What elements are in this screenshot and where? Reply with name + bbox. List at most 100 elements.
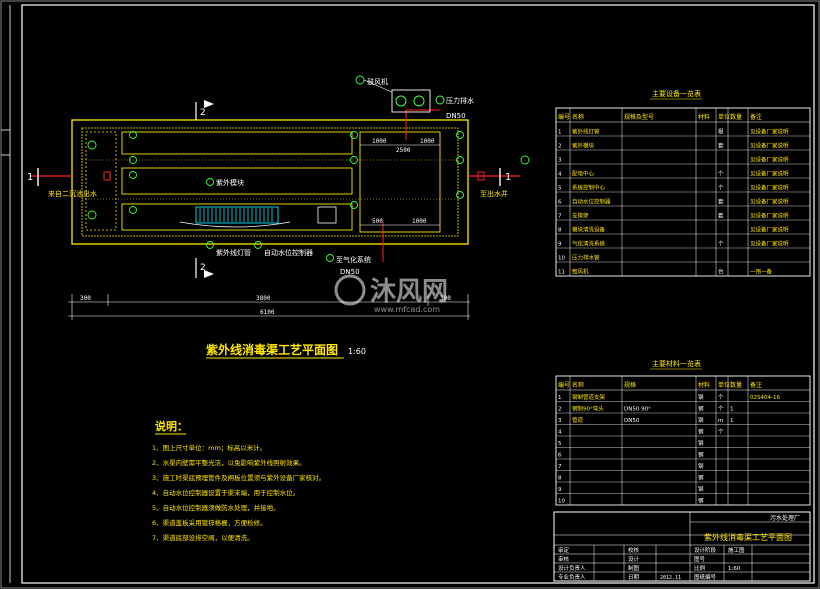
tb-right-value: 1:60	[728, 566, 741, 572]
equipment-table-title: 主要设备一览表	[652, 89, 701, 98]
table-header: 材料	[698, 381, 710, 389]
table-cell: 系统控制中心	[572, 184, 606, 192]
table-cell: 6	[558, 200, 562, 206]
plan-outlet-note: 至出水井	[480, 189, 508, 198]
table-cell: 见设备厂家说明	[750, 156, 789, 164]
table-header: 规格及型号	[624, 113, 654, 121]
table-cell: DN50 90°	[624, 407, 651, 413]
table-cell: 支撑架	[572, 212, 589, 220]
section-arrow	[204, 100, 214, 108]
table-cell: 10	[558, 256, 565, 262]
blower-icon	[395, 95, 407, 107]
tb-drawing-title: 紫外线消毒渠工艺平面图	[704, 532, 792, 542]
table-header: 备注	[750, 381, 762, 389]
tank-inner-wall	[81, 127, 459, 237]
table-cell: 紫外线灯管	[572, 128, 600, 136]
table-cell: 见设备厂家说明	[750, 128, 789, 136]
table-cell: 1	[558, 395, 562, 401]
notes-list: 1、图上尺寸单位：mm；标高以米计。 2、水渠内壁需平整光洁，以免影响紫外线照射效…	[152, 443, 325, 542]
table-header: 备注	[750, 113, 762, 121]
table-cell: 套	[718, 212, 724, 220]
table-cell: 模块清洗设备	[572, 226, 606, 234]
tb-company: 污水处理厂	[770, 514, 800, 522]
section-1-right: 1	[505, 172, 511, 183]
tb-left-label: 审定	[558, 546, 570, 554]
table-cell: 鼓风机	[572, 268, 589, 276]
table-header: 规格	[624, 381, 636, 389]
tb-mid-label: 校核	[628, 546, 640, 554]
equipment-table: 编号 名称 规格及型号 材料 单位 数量 备注1 紫外线灯管根见设备厂家说明2 紫外模块套见设备…	[555, 107, 811, 277]
table-cell: 9	[558, 487, 562, 493]
table-cell: 个	[718, 429, 724, 436]
inlet-valve	[103, 171, 111, 181]
dim-total: 6100	[260, 309, 275, 316]
plan-pipe-label: 压力排水	[446, 96, 474, 105]
table-cell: 1	[730, 407, 734, 413]
blower-callout-icon	[355, 75, 365, 85]
channel-top	[121, 131, 353, 155]
table-cell: 3	[558, 158, 562, 164]
table-cell: 钢	[698, 497, 704, 505]
plan-air-label: 至气化系统	[336, 255, 371, 264]
tb-left-label: 审核	[558, 555, 570, 563]
table-cell: 6	[558, 453, 562, 459]
equipment-markers	[87, 131, 530, 262]
tb-date: 2012.11	[660, 575, 681, 581]
dim-b: 2500	[396, 147, 411, 154]
table-cell: 个	[718, 241, 724, 248]
title-block-labels: 审定审核设计负责人专业负责人 校核设计制图日期 设计阶段图号比例图纸编号 施工图 1:6…	[558, 546, 745, 581]
tb-right-label: 图号	[694, 555, 706, 563]
note-item: 3、施工时渠底预埋管件及闸板位置须与紫外设备厂家核对。	[152, 473, 325, 482]
tb-right-label: 图纸编号	[694, 573, 717, 581]
table-cell: 压力排水管	[572, 254, 600, 262]
table-header: 单位	[718, 113, 730, 121]
table-cell: 钢制管道支架	[572, 393, 606, 401]
table-cell: 9	[558, 242, 562, 248]
table-cell: 4	[558, 430, 562, 436]
cad-drawing: 来自二沉池出水 至出水井 鼓风机 压力排水 DN50 紫外模块 紫外线灯管 自动…	[0, 0, 820, 589]
table-cell: 管道	[572, 416, 584, 424]
table-cell: 钢	[698, 439, 704, 447]
uv-lamp-group	[199, 208, 273, 222]
table-cell: 1	[558, 130, 562, 136]
tb-mid-label: 制图	[628, 564, 640, 572]
table-cell: 见设备厂家说明	[750, 198, 789, 206]
table-cell: 2	[558, 144, 562, 150]
table-cell: 见设备厂家说明	[750, 212, 789, 220]
table-cell: 见设备厂家说明	[750, 240, 789, 248]
table-cell: 紫外模块	[572, 142, 595, 150]
table-cell: 根	[718, 128, 724, 136]
tb-left-label: 设计负责人	[558, 564, 586, 572]
pipe-callout-icon	[435, 95, 445, 105]
table-header: 数量	[730, 381, 742, 389]
plan-dn-label: DN50	[446, 112, 466, 120]
table-header: 名称	[572, 381, 584, 389]
table-cell: 钢	[698, 416, 704, 424]
table-cell: 套	[718, 198, 724, 206]
table-cell: 见设备厂家说明	[750, 142, 789, 150]
dim-a: 1000	[372, 138, 387, 145]
table-cell: 钢	[698, 428, 704, 436]
tb-right-value: 施工图	[728, 546, 745, 554]
table-cell: 7	[558, 464, 562, 470]
note-item: 2、水渠内壁需平整光洁，以免影响紫外线照射效果。	[152, 458, 306, 467]
watermark-logo-icon	[334, 274, 366, 306]
table-cell: 钢	[698, 462, 704, 470]
table-cell: m	[718, 418, 723, 424]
table-cell: 4	[558, 172, 562, 178]
plan-level-label: 自动水位控制器	[264, 248, 313, 257]
plan-inlet-note: 来自二沉池出水	[48, 189, 97, 198]
title-block	[553, 511, 811, 582]
chamber-left	[85, 131, 117, 231]
table-cell: 个	[718, 171, 724, 178]
dim-seg2: 3800	[256, 295, 271, 302]
table-cell: 5	[558, 186, 562, 192]
dim-seg1: 300	[80, 295, 91, 302]
table-cell: 气化清洗系统	[572, 240, 606, 248]
table-cell: 02S404-16	[750, 395, 780, 401]
table-cell: 7	[558, 214, 562, 220]
table-cell: 个	[718, 185, 724, 192]
table-cell: 一用一备	[750, 268, 773, 276]
table-cell: 8	[558, 228, 562, 234]
table-cell: 钢	[698, 474, 704, 482]
